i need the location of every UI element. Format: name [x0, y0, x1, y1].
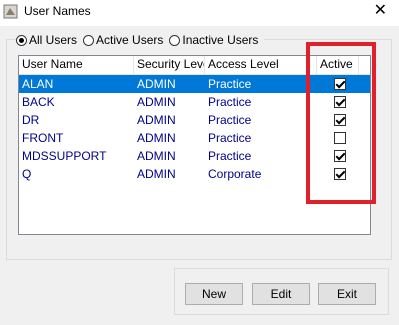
cell-user-name: FRONT: [22, 131, 64, 145]
cell-user-name: MDSSUPPORT: [22, 149, 107, 163]
radio-inactive-users[interactable]: Inactive Users: [169, 33, 258, 47]
column-header-filler: [359, 56, 370, 74]
cell-active: [317, 165, 359, 183]
edit-button[interactable]: Edit: [252, 283, 310, 305]
app-icon: [3, 4, 18, 19]
active-checkbox[interactable]: [333, 78, 346, 90]
cell-active: [317, 75, 359, 93]
table-row[interactable]: Q ADMIN Corporate: [19, 165, 370, 183]
column-header-access-level[interactable]: Access Level: [205, 56, 317, 74]
radio-inactive-users-label: Inactive Users: [182, 33, 259, 47]
column-header-user-name[interactable]: User Name: [19, 56, 134, 74]
cell-security-level: ADMIN: [137, 131, 176, 145]
cell-security-level: ADMIN: [137, 149, 176, 163]
filter-radio-group: All Users Active Users Inactive Users: [16, 32, 265, 48]
cell-active: [317, 129, 359, 147]
cell-security-level: ADMIN: [137, 95, 176, 109]
cell-access-level: Practice: [208, 113, 252, 127]
column-header-active[interactable]: Active: [317, 56, 359, 74]
radio-all-users-indicator[interactable]: [16, 34, 27, 46]
users-list[interactable]: User Name Security Level Access Level Ac…: [18, 55, 371, 235]
cell-user-name: DR: [22, 113, 40, 127]
list-header: User Name Security Level Access Level Ac…: [19, 56, 370, 75]
cell-active: [317, 111, 359, 129]
cell-user-name: Q: [22, 167, 32, 181]
cell-active: [317, 93, 359, 111]
table-row[interactable]: MDSSUPPORT ADMIN Practice: [19, 147, 370, 165]
table-row[interactable]: ALAN ADMIN Practice: [19, 75, 370, 93]
cell-access-level: Practice: [208, 95, 252, 109]
cell-security-level: ADMIN: [137, 77, 176, 91]
radio-active-users-label: Active Users: [96, 33, 164, 47]
cell-access-level: Corporate: [208, 167, 262, 181]
cell-user-name: ALAN: [22, 77, 54, 91]
cell-security-level: ADMIN: [137, 113, 176, 127]
cell-user-name: BACK: [22, 95, 55, 109]
new-button[interactable]: New: [185, 283, 243, 305]
radio-all-users-label: All Users: [29, 33, 78, 47]
radio-all-users[interactable]: All Users: [16, 33, 77, 47]
active-checkbox[interactable]: [333, 114, 346, 126]
cell-access-level: Practice: [208, 77, 252, 91]
exit-button[interactable]: Exit: [318, 283, 376, 305]
active-checkbox[interactable]: [333, 150, 346, 162]
active-checkbox[interactable]: [333, 168, 346, 180]
cell-active: [317, 147, 359, 165]
cell-access-level: Practice: [208, 149, 252, 163]
table-row[interactable]: DR ADMIN Practice: [19, 111, 370, 129]
close-icon[interactable]: ✕: [374, 2, 387, 20]
window-title: User Names: [24, 4, 91, 18]
radio-inactive-users-indicator[interactable]: [169, 34, 181, 46]
table-row[interactable]: BACK ADMIN Practice: [19, 93, 370, 111]
active-checkbox[interactable]: [333, 96, 346, 108]
table-row[interactable]: FRONT ADMIN Practice: [19, 129, 370, 147]
column-header-security-level[interactable]: Security Level: [134, 56, 205, 74]
radio-active-users-indicator[interactable]: [83, 34, 95, 46]
cell-security-level: ADMIN: [137, 167, 176, 181]
radio-active-users[interactable]: Active Users: [83, 33, 163, 47]
title-bar: User Names ✕: [0, 0, 399, 26]
cell-access-level: Practice: [208, 131, 252, 145]
active-checkbox[interactable]: [333, 132, 346, 144]
